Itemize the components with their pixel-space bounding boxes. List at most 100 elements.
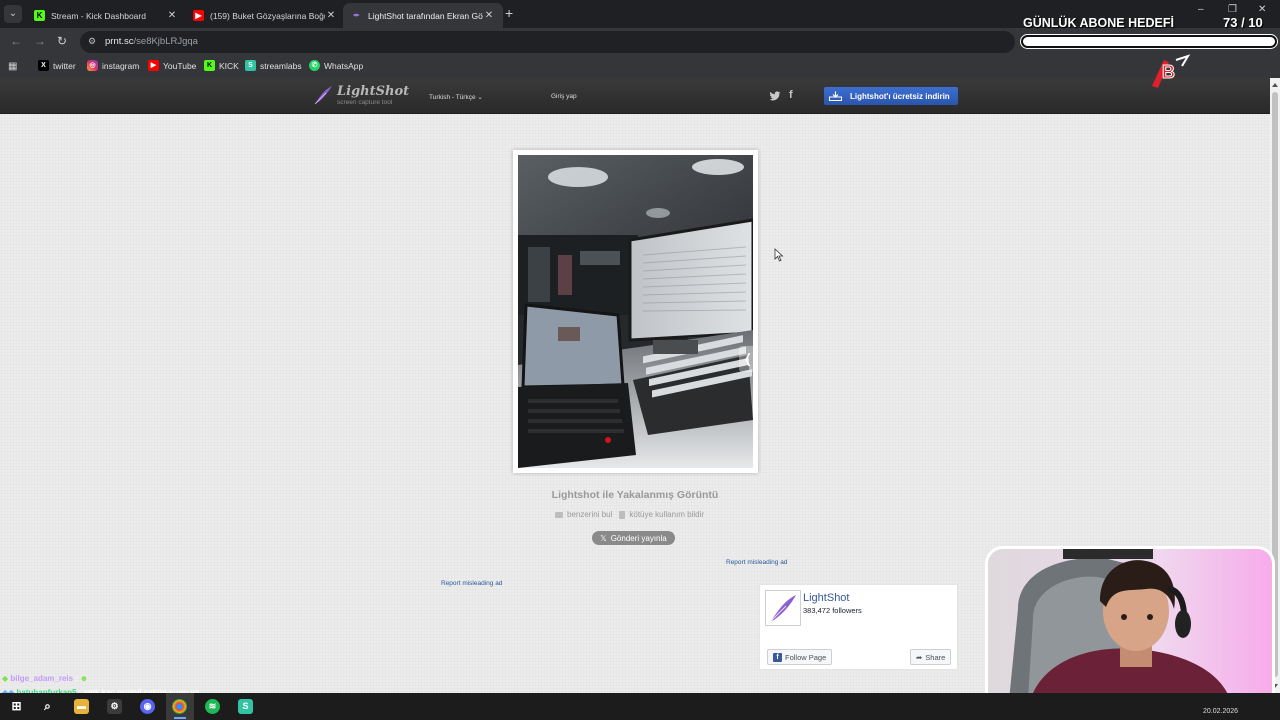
tweet-button[interactable]: 𝕏 Gönderi yayınla bbox=[592, 531, 675, 545]
login-link[interactable]: Giriş yap bbox=[551, 93, 577, 100]
streamlabs-icon: S bbox=[245, 60, 256, 71]
streamlabs-icon[interactable]: S bbox=[238, 699, 253, 714]
bookmark-label: KICK bbox=[219, 60, 239, 71]
x-icon: X bbox=[38, 60, 49, 71]
windows-start-icon[interactable]: ⊞ bbox=[9, 699, 24, 714]
svg-text:B: B bbox=[1162, 62, 1175, 82]
tab-youtube[interactable]: ▶ (159) Buket Gözyaşlarına Boğuld ✕ bbox=[185, 3, 345, 28]
report-ad-link[interactable]: Report misleading ad bbox=[441, 580, 502, 587]
logo-name: LightShot bbox=[337, 84, 410, 99]
report-ad-link[interactable]: Report misleading ad bbox=[726, 559, 787, 566]
download-button-label: Lightshot'ı ücretsiz indirin bbox=[850, 91, 950, 101]
report-abuse-link[interactable]: kötüye kullanım bildir bbox=[619, 510, 704, 519]
file-explorer-icon[interactable]: ▬ bbox=[74, 699, 89, 714]
lightshot-logo[interactable]: LightShot screen capture tool bbox=[312, 84, 409, 110]
search-icon[interactable]: ⌕ bbox=[40, 699, 55, 714]
site-header: LightShot screen capture tool Turkish - … bbox=[0, 78, 1280, 114]
subscriber-goal-widget: GÜNLÜK ABONE HEDEFİ 73 / 10 bbox=[1018, 14, 1280, 54]
spotify-icon[interactable]: ≋ bbox=[205, 699, 220, 714]
download-button[interactable]: Lightshot'ı ücretsiz indirin bbox=[824, 87, 958, 105]
chat-username: bilge_adam_reis bbox=[10, 674, 74, 683]
follow-page-label: Follow Page bbox=[785, 652, 827, 662]
youtube-icon: ▶ bbox=[148, 60, 159, 71]
windows-taskbar: ⊞ ⌕ ▬ ⚙ ◉ ≋ S bbox=[0, 693, 1280, 720]
image-icon bbox=[555, 511, 563, 518]
address-bar[interactable]: ⚙ prnt.sc/se8KjbLRJgqa bbox=[80, 31, 1015, 53]
logo-tagline: screen capture tool bbox=[337, 99, 393, 106]
screenshot-image[interactable] bbox=[518, 155, 753, 468]
close-icon[interactable]: ✕ bbox=[325, 10, 337, 21]
close-icon[interactable]: ✕ bbox=[166, 10, 178, 21]
tab-title: (159) Buket Gözyaşlarına Boğuld bbox=[210, 10, 325, 21]
instagram-icon: ◎ bbox=[87, 60, 98, 71]
download-icon bbox=[829, 91, 842, 101]
bookmark-kick[interactable]: K KICK bbox=[204, 60, 239, 71]
bookmark-label: twitter bbox=[53, 60, 76, 71]
reload-icon[interactable]: ↻ bbox=[57, 34, 67, 48]
sub-goal-progress-bar bbox=[1021, 35, 1277, 48]
chrome-icon[interactable] bbox=[172, 699, 187, 714]
scroll-up-icon[interactable] bbox=[1272, 83, 1278, 87]
find-similar-link[interactable]: benzerini bul bbox=[555, 510, 612, 519]
chat-emote-icon: ☻ bbox=[79, 674, 89, 683]
site-info-icon[interactable]: ⚙ bbox=[88, 36, 99, 47]
bookmark-instagram[interactable]: ◎ instagram bbox=[87, 60, 139, 71]
facebook-icon: f bbox=[773, 652, 782, 662]
tab-kick-dashboard[interactable]: K Stream - Kick Dashboard ✕ bbox=[26, 3, 186, 28]
share-button[interactable]: ➦ Share bbox=[910, 649, 952, 665]
bookmark-twitter[interactable]: X twitter bbox=[38, 60, 76, 71]
tab-title: Stream - Kick Dashboard bbox=[51, 10, 146, 21]
youtube-icon: ▶ bbox=[193, 10, 204, 21]
screenshot-actions: benzerini bul kötüye kullanım bildir bbox=[555, 510, 711, 519]
webcam-overlay bbox=[985, 546, 1275, 708]
bookmark-streamlabs[interactable]: S streamlabs bbox=[245, 60, 302, 71]
lightshot-icon: ✒ bbox=[353, 11, 360, 20]
bookmarks-bar: ▦ X twitter ◎ instagram ▶ YouTube K KICK… bbox=[0, 56, 1280, 78]
kick-icon: K bbox=[34, 10, 45, 21]
fb-page-name[interactable]: LightShot bbox=[803, 592, 849, 604]
close-icon[interactable]: ✕ bbox=[483, 10, 495, 21]
discord-icon[interactable]: ◉ bbox=[140, 699, 155, 714]
streamer-webcam-feed bbox=[988, 549, 1272, 705]
bookmark-label: instagram bbox=[102, 60, 140, 71]
streamer-badge-icon: B bbox=[1152, 54, 1191, 88]
follow-page-button[interactable]: f Follow Page bbox=[767, 649, 833, 665]
language-select[interactable]: Turkish - Türkçe ⌄ bbox=[429, 93, 483, 101]
url-host: prnt.sc bbox=[105, 36, 134, 47]
bookmark-label: YouTube bbox=[163, 60, 197, 71]
fb-followers-count: 383,472 followers bbox=[803, 606, 862, 615]
forward-icon[interactable]: → bbox=[34, 34, 46, 48]
sub-goal-count: 73 / 10 bbox=[1223, 15, 1263, 30]
tab-lightshot[interactable]: ✒ LightShot tarafından Ekran Görü ✕ bbox=[343, 3, 503, 28]
screenshot-frame: ❬ bbox=[513, 150, 758, 473]
chevron-down-icon: ⌄ bbox=[477, 94, 483, 101]
bookmark-label: streamlabs bbox=[260, 60, 302, 71]
new-tab-button[interactable]: + bbox=[505, 6, 513, 20]
lightshot-page-logo[interactable] bbox=[765, 590, 801, 626]
gallery-prev-button[interactable]: ❬ bbox=[739, 346, 757, 372]
find-similar-label: benzerini bul bbox=[567, 510, 613, 519]
sub-goal-progress-fill bbox=[1024, 38, 1274, 45]
active-indicator bbox=[174, 717, 186, 719]
apps-grid-icon[interactable]: ▦ bbox=[8, 61, 19, 72]
twitter-icon[interactable] bbox=[769, 90, 781, 102]
sub-goal-label: GÜNLÜK ABONE HEDEFİ bbox=[1023, 16, 1174, 30]
kick-icon: K bbox=[204, 60, 215, 71]
bookmark-youtube[interactable]: ▶ YouTube bbox=[148, 60, 196, 71]
url-path: /se8KjbLRJgqa bbox=[133, 36, 198, 47]
bookmark-label: WhatsApp bbox=[324, 60, 364, 71]
feather-icon bbox=[770, 595, 796, 622]
facebook-icon[interactable]: f bbox=[789, 89, 793, 101]
chat-message: ◆ bilge_adam_reis : ☻ bbox=[2, 674, 88, 683]
report-abuse-label: kötüye kullanım bildir bbox=[629, 510, 705, 519]
screenshot-caption: Lightshot ile Yakalanmış Görüntü bbox=[551, 489, 719, 501]
back-icon[interactable]: ← bbox=[10, 34, 22, 48]
tab-search-icon[interactable]: ⌄ bbox=[4, 5, 22, 23]
whatsapp-icon: ✆ bbox=[309, 60, 320, 71]
steam-icon[interactable]: ⚙ bbox=[107, 699, 122, 714]
bookmark-whatsapp[interactable]: ✆ WhatsApp bbox=[309, 60, 363, 71]
chat-badge-icon: ◆ bbox=[2, 674, 9, 683]
feather-icon bbox=[314, 86, 332, 105]
tweet-button-label: Gönderi yayınla bbox=[610, 533, 667, 543]
mouse-cursor-icon bbox=[774, 248, 784, 262]
